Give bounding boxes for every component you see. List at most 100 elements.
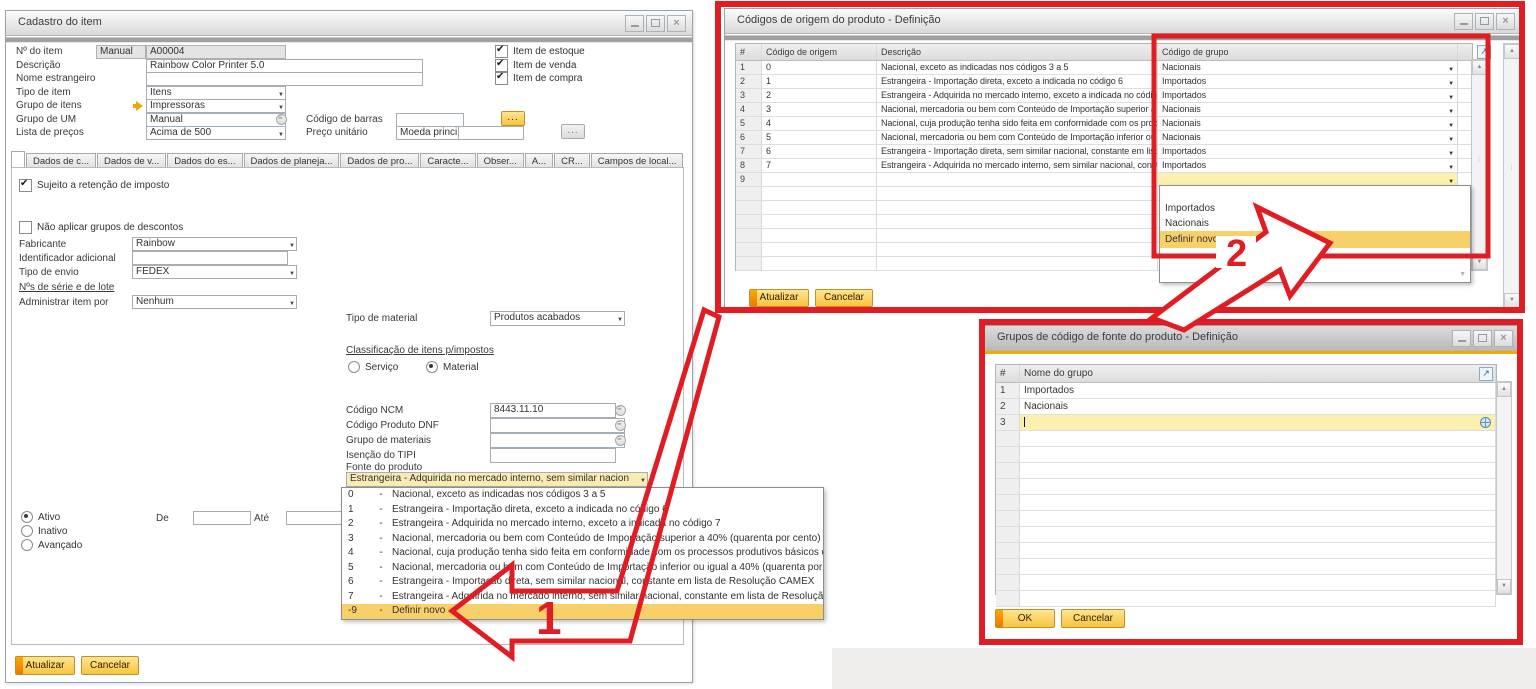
dropdown-option[interactable]: -9Definir novo [342, 604, 823, 619]
cancel-button[interactable]: Cancelar [81, 656, 139, 675]
material-group-dropdown[interactable] [490, 433, 625, 448]
manufacturer-dropdown[interactable]: Rainbow [132, 237, 297, 251]
withholding-checkbox[interactable]: Sujeito a retenção de imposto [19, 179, 169, 192]
column-header[interactable]: # [996, 365, 1020, 382]
dropdown-option[interactable]: 2Estrangeira - Adquirida no mercado inte… [342, 517, 823, 532]
maximize-icon[interactable] [646, 15, 665, 32]
table-row[interactable]: 1Importados [996, 383, 1496, 399]
expand-grid-icon[interactable]: ↗ [1477, 45, 1491, 59]
table-row-empty[interactable] [996, 511, 1496, 527]
close-icon[interactable]: × [667, 15, 686, 32]
column-header[interactable]: # [736, 44, 762, 60]
scroll-grip[interactable]: ⁞ [1506, 165, 1518, 172]
table-scrollbar[interactable]: ▲ ⁞ ▼ [1471, 59, 1488, 271]
table-row[interactable]: 32Estrangeira - Adquirida no mercado int… [736, 89, 1472, 103]
shipping-type-dropdown[interactable]: FEDEX [132, 265, 297, 279]
item-no-mode[interactable]: Manual [96, 45, 146, 59]
origin-code-cell[interactable]: 2 [762, 89, 877, 102]
item-window-titlebar[interactable]: Cadastro do item × [6, 11, 692, 36]
dropdown-option[interactable]: 0Nacional, exceto as indicadas nos códig… [342, 488, 823, 503]
description-cell[interactable]: Nacional, exceto as indicadas nos código… [877, 61, 1158, 74]
origin-code-cell[interactable]: 0 [762, 61, 877, 74]
link-arrow-icon[interactable] [136, 101, 143, 111]
inactive-radio[interactable]: Inativo [21, 525, 67, 537]
manage-by-dropdown[interactable]: Nenhum [132, 295, 297, 309]
table-row[interactable]: 54Nacional, cuja produção tenha sido fei… [736, 117, 1472, 131]
update-button[interactable]: Atualizar [15, 656, 75, 675]
origin-code-cell[interactable]: 7 [762, 159, 877, 172]
material-radio[interactable]: Material [426, 361, 479, 373]
maximize-icon[interactable] [1473, 330, 1492, 347]
description-cell[interactable]: Estrangeira - Adquirida no mercado inter… [877, 159, 1158, 172]
scroll-up-icon[interactable]: ▲ [1497, 382, 1511, 397]
maximize-icon[interactable] [1475, 13, 1494, 30]
table-scrollbar[interactable]: ▲ ▼ [1496, 381, 1512, 595]
origin-codes-titlebar[interactable]: Códigos de origem do produto - Definição… [725, 9, 1521, 34]
ok-button[interactable]: OK [995, 609, 1055, 628]
table-row[interactable]: 10Nacional, exceto as indicadas nos códi… [736, 61, 1472, 75]
group-code-cell[interactable]: Nacionais [1158, 61, 1458, 74]
group-code-cell[interactable]: Importados [1158, 75, 1458, 88]
window-scrollbar[interactable]: ▲ ⁞ ▼ [1503, 43, 1521, 309]
group-name-cell[interactable]: Importados [1020, 383, 1496, 398]
description-cell[interactable]: Estrangeira - Importação direta, exceto … [877, 75, 1158, 88]
scroll-down-icon[interactable]: ▼ [1504, 293, 1520, 308]
scroll-up-icon[interactable]: ▲ [1472, 60, 1487, 75]
item-group-dropdown[interactable]: Impressoras [146, 99, 286, 113]
origin-code-cell[interactable]: 5 [762, 131, 877, 144]
dropdown-option[interactable] [1160, 186, 1470, 201]
description-cell[interactable]: Nacional, cuja produção tenha sido feita… [877, 117, 1158, 130]
table-row[interactable]: 21Estrangeira - Importação direta, excet… [736, 75, 1472, 89]
column-header[interactable]: Código de origem [762, 44, 877, 60]
table-row-empty[interactable] [996, 575, 1496, 591]
table-row-empty[interactable] [996, 591, 1496, 607]
material-type-dropdown[interactable]: Produtos acabados [490, 311, 625, 326]
table-row[interactable]: 3 [996, 415, 1496, 431]
groups-titlebar[interactable]: Grupos de código de fonte do produto - D… [985, 326, 1519, 351]
minimize-icon[interactable] [1452, 330, 1471, 347]
origin-code-cell[interactable]: 6 [762, 145, 877, 158]
origin-code-cell[interactable]: 4 [762, 117, 877, 130]
close-icon[interactable]: × [1494, 330, 1513, 347]
group-code-cell[interactable]: Importados [1158, 89, 1458, 102]
price-list-dropdown[interactable]: Acima de 500 [146, 126, 286, 140]
group-code-cell[interactable]: Nacionais [1158, 117, 1458, 130]
item-type-dropdown[interactable]: Itens [146, 86, 286, 100]
table-row-empty[interactable] [996, 495, 1496, 511]
dropdown-option[interactable]: 5Nacional, mercadoria ou bem com Conteúd… [342, 561, 823, 576]
header-checkbox[interactable]: Item de compra [495, 72, 582, 85]
description-cell[interactable]: Estrangeira - Importação direta, sem sim… [877, 145, 1158, 158]
table-row[interactable]: 2Nacionais [996, 399, 1496, 415]
origin-code-cell[interactable]: 3 [762, 103, 877, 116]
scroll-grip[interactable]: ⁞ [1474, 157, 1485, 164]
cancel-button[interactable]: Cancelar [1061, 609, 1125, 628]
column-header[interactable]: Nome do grupo [1020, 365, 1496, 382]
close-icon[interactable]: × [1496, 13, 1515, 30]
scroll-up-icon[interactable]: ▲ [1504, 44, 1520, 59]
foreign-name-field[interactable] [146, 72, 423, 86]
date-to-field[interactable] [286, 511, 344, 525]
column-header[interactable]: Código de grupo [1158, 44, 1458, 60]
barcode-more-button[interactable]: ... [501, 111, 525, 126]
description-cell[interactable]: Estrangeira - Adquirida no mercado inter… [877, 89, 1158, 102]
description-cell[interactable]: Nacional, mercadoria ou bem com Conteúdo… [877, 131, 1158, 144]
table-row-empty[interactable] [996, 543, 1496, 559]
description-cell[interactable] [877, 173, 1158, 186]
update-button[interactable]: Atualizar [749, 289, 809, 307]
barcode-field[interactable] [396, 113, 464, 127]
scroll-down-icon[interactable]: ▼ [1472, 255, 1487, 270]
table-row[interactable]: 87Estrangeira - Adquirida no mercado int… [736, 159, 1472, 173]
active-radio[interactable]: Ativo [21, 511, 60, 523]
dnf-dropdown[interactable] [490, 418, 625, 433]
tipi-field[interactable] [490, 448, 616, 463]
minimize-icon[interactable] [1454, 13, 1473, 30]
ncm-field[interactable]: 8443.11.10 [490, 403, 616, 418]
dropdown-option[interactable]: 1Estrangeira - Importação direta, exceto… [342, 503, 823, 518]
product-source-dropdown[interactable]: Estrangeira - Adquirida no mercado inter… [346, 472, 648, 487]
group-code-cell[interactable]: Importados [1158, 159, 1458, 172]
unit-price-field[interactable] [458, 126, 524, 140]
origin-code-cell[interactable] [762, 173, 877, 186]
unit-price-more-button[interactable]: ... [561, 124, 585, 139]
group-code-cell[interactable]: Nacionais [1158, 131, 1458, 144]
ncm-list-icon[interactable] [615, 405, 626, 416]
